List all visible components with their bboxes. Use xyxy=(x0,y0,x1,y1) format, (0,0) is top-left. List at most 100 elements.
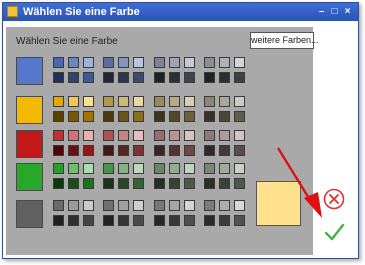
color-swatch-yellow-1-0[interactable] xyxy=(103,96,114,107)
color-swatch-green-1-0[interactable] xyxy=(103,163,114,174)
color-swatch-blue-1-2[interactable] xyxy=(133,57,144,68)
color-swatch-green-1-5[interactable] xyxy=(133,178,144,189)
color-swatch-blue-0-1[interactable] xyxy=(68,57,79,68)
color-swatch-green-3-1[interactable] xyxy=(219,163,230,174)
color-swatch-red-0-4[interactable] xyxy=(68,145,79,156)
color-swatch-red-2-4[interactable] xyxy=(169,145,180,156)
color-swatch-blue-1-0[interactable] xyxy=(103,57,114,68)
color-swatch-gray-1-1[interactable] xyxy=(118,200,129,211)
color-swatch-green-2-2[interactable] xyxy=(184,163,195,174)
color-swatch-green-0-0[interactable] xyxy=(53,163,64,174)
color-swatch-gray-2-3[interactable] xyxy=(154,215,165,226)
color-swatch-blue-0-3[interactable] xyxy=(53,72,64,83)
color-swatch-gray-3-4[interactable] xyxy=(219,215,230,226)
color-swatch-gray-0-1[interactable] xyxy=(68,200,79,211)
color-swatch-green-0-5[interactable] xyxy=(83,178,94,189)
color-swatch-green-2-4[interactable] xyxy=(169,178,180,189)
color-swatch-green-1-4[interactable] xyxy=(118,178,129,189)
color-swatch-blue-1-3[interactable] xyxy=(103,72,114,83)
color-swatch-yellow-2-2[interactable] xyxy=(184,96,195,107)
color-swatch-gray-1-2[interactable] xyxy=(133,200,144,211)
color-swatch-green-1-1[interactable] xyxy=(118,163,129,174)
color-swatch-blue-3-0[interactable] xyxy=(204,57,215,68)
color-swatch-blue-2-0[interactable] xyxy=(154,57,165,68)
minimize-icon[interactable]: – xyxy=(316,6,327,17)
color-swatch-red-1-4[interactable] xyxy=(118,145,129,156)
color-swatch-green-2-1[interactable] xyxy=(169,163,180,174)
color-swatch-red-0-3[interactable] xyxy=(53,145,64,156)
color-swatch-yellow-0-0[interactable] xyxy=(53,96,64,107)
checkmark-icon[interactable] xyxy=(323,221,345,243)
color-swatch-blue-2-3[interactable] xyxy=(154,72,165,83)
color-swatch-green-2-3[interactable] xyxy=(154,178,165,189)
color-swatch-gray-3-1[interactable] xyxy=(219,200,230,211)
color-swatch-red-3-2[interactable] xyxy=(234,130,245,141)
color-swatch-green-3-5[interactable] xyxy=(234,178,245,189)
color-swatch-gray-2-4[interactable] xyxy=(169,215,180,226)
color-swatch-blue-3-3[interactable] xyxy=(204,72,215,83)
color-swatch-gray-0-0[interactable] xyxy=(53,200,64,211)
color-swatch-yellow-0-4[interactable] xyxy=(68,111,79,122)
color-swatch-gray-0-5[interactable] xyxy=(83,215,94,226)
color-swatch-green[interactable] xyxy=(16,163,43,191)
color-swatch-gray-0-2[interactable] xyxy=(83,200,94,211)
color-swatch-yellow-2-0[interactable] xyxy=(154,96,165,107)
color-swatch-red-1-2[interactable] xyxy=(133,130,144,141)
color-swatch-blue-0-0[interactable] xyxy=(53,57,64,68)
color-swatch-green-1-2[interactable] xyxy=(133,163,144,174)
color-swatch-blue-0-2[interactable] xyxy=(83,57,94,68)
color-swatch-gray-2-5[interactable] xyxy=(184,215,195,226)
color-swatch-yellow-0-5[interactable] xyxy=(83,111,94,122)
color-swatch-gray-2-1[interactable] xyxy=(169,200,180,211)
color-swatch-blue-1-4[interactable] xyxy=(118,72,129,83)
color-swatch-blue-3-1[interactable] xyxy=(219,57,230,68)
color-swatch-blue-1-5[interactable] xyxy=(133,72,144,83)
color-swatch-green-0-1[interactable] xyxy=(68,163,79,174)
color-swatch-red-3-5[interactable] xyxy=(234,145,245,156)
color-swatch-yellow-1-3[interactable] xyxy=(103,111,114,122)
color-swatch-gray-0-4[interactable] xyxy=(68,215,79,226)
color-swatch-red-1-1[interactable] xyxy=(118,130,129,141)
color-swatch-red-2-1[interactable] xyxy=(169,130,180,141)
color-swatch-yellow-2-5[interactable] xyxy=(184,111,195,122)
color-swatch-blue-2-5[interactable] xyxy=(184,72,195,83)
color-swatch-green-3-0[interactable] xyxy=(204,163,215,174)
color-swatch-blue-3-2[interactable] xyxy=(234,57,245,68)
color-swatch-green-0-3[interactable] xyxy=(53,178,64,189)
color-swatch-gray-1-3[interactable] xyxy=(103,215,114,226)
color-swatch-red-0-1[interactable] xyxy=(68,130,79,141)
color-swatch-yellow-0-3[interactable] xyxy=(53,111,64,122)
color-swatch-gray[interactable] xyxy=(16,200,43,228)
color-swatch-green-2-0[interactable] xyxy=(154,163,165,174)
color-swatch-yellow[interactable] xyxy=(16,96,43,124)
color-swatch-gray-1-0[interactable] xyxy=(103,200,114,211)
color-swatch-green-2-5[interactable] xyxy=(184,178,195,189)
color-swatch-yellow-3-2[interactable] xyxy=(234,96,245,107)
color-swatch-blue-0-5[interactable] xyxy=(83,72,94,83)
color-swatch-blue-1-1[interactable] xyxy=(118,57,129,68)
color-swatch-blue-2-1[interactable] xyxy=(169,57,180,68)
color-swatch-red-3-1[interactable] xyxy=(219,130,230,141)
color-swatch-blue-0-4[interactable] xyxy=(68,72,79,83)
color-swatch-yellow-2-4[interactable] xyxy=(169,111,180,122)
color-swatch-red-1-5[interactable] xyxy=(133,145,144,156)
maximize-icon[interactable]: □ xyxy=(329,6,340,17)
color-swatch-yellow-1-1[interactable] xyxy=(118,96,129,107)
color-swatch-green-0-2[interactable] xyxy=(83,163,94,174)
color-swatch-yellow-1-4[interactable] xyxy=(118,111,129,122)
color-swatch-gray-1-4[interactable] xyxy=(118,215,129,226)
color-swatch-green-3-3[interactable] xyxy=(204,178,215,189)
color-swatch-red-2-3[interactable] xyxy=(154,145,165,156)
color-swatch-yellow-1-5[interactable] xyxy=(133,111,144,122)
color-swatch-gray-2-2[interactable] xyxy=(184,200,195,211)
color-swatch-red-2-2[interactable] xyxy=(184,130,195,141)
color-swatch-red-0-0[interactable] xyxy=(53,130,64,141)
color-swatch-yellow-2-3[interactable] xyxy=(154,111,165,122)
color-swatch-gray-2-0[interactable] xyxy=(154,200,165,211)
close-icon[interactable]: × xyxy=(342,6,353,17)
color-swatch-gray-3-0[interactable] xyxy=(204,200,215,211)
color-swatch-blue-3-4[interactable] xyxy=(219,72,230,83)
color-swatch-blue[interactable] xyxy=(16,57,43,85)
color-swatch-yellow-0-2[interactable] xyxy=(83,96,94,107)
color-swatch-red-3-0[interactable] xyxy=(204,130,215,141)
